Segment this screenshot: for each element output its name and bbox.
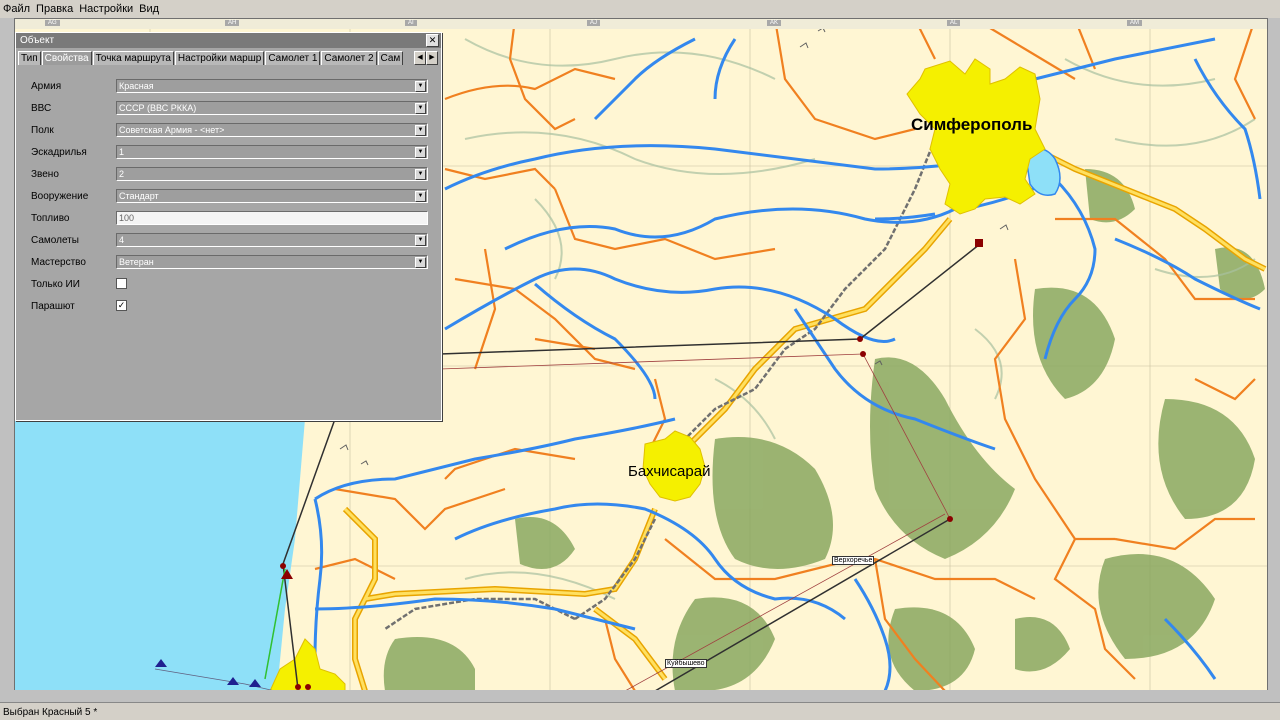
skill-label: Мастерство bbox=[31, 257, 86, 268]
fuel-value: 100 bbox=[119, 213, 135, 223]
menu-file[interactable]: Файл bbox=[0, 3, 33, 15]
grid-label: AJ bbox=[587, 20, 601, 26]
village-label-kuibyshevo: Куйбышево bbox=[665, 659, 707, 668]
grid-label: AI bbox=[405, 20, 417, 26]
dialog-titlebar[interactable]: Объект ✕ bbox=[16, 33, 441, 48]
grid-label: AH bbox=[225, 20, 240, 26]
menu-edit[interactable]: Правка bbox=[33, 3, 76, 15]
flight-label: Звено bbox=[31, 169, 59, 180]
regiment-value: Советская Армия - <нет> bbox=[119, 125, 225, 135]
status-bar: Выбран Красный 5 * bbox=[0, 702, 1280, 720]
dropdown-arrow-icon[interactable]: ▼ bbox=[415, 125, 426, 136]
weapons-row: Вооружение Стандарт ▼ bbox=[16, 189, 441, 205]
flight-select[interactable]: 2 ▼ bbox=[116, 167, 428, 181]
vertical-scrollbar[interactable] bbox=[1266, 18, 1280, 690]
city-simferopol-area bbox=[906, 58, 1046, 215]
army-select[interactable]: Красная ▼ bbox=[116, 79, 428, 93]
squadron-row: Эскадрилья 1 ▼ bbox=[16, 145, 441, 161]
city-label-simferopol: Симферополь bbox=[911, 115, 1033, 134]
tab-waypoint[interactable]: Точка маршрута bbox=[92, 51, 174, 65]
dropdown-arrow-icon[interactable]: ▼ bbox=[415, 191, 426, 202]
sea bbox=[15, 419, 305, 691]
planes-label: Самолеты bbox=[31, 235, 79, 246]
weapons-value: Стандарт bbox=[119, 191, 159, 201]
parachute-row: Парашют ✓ bbox=[16, 299, 441, 315]
skill-select[interactable]: Ветеран ▼ bbox=[116, 255, 428, 269]
menu-bar: Файл Правка Настройки Вид bbox=[0, 0, 1280, 19]
tab-plane-1[interactable]: Самолет 1 bbox=[265, 51, 321, 65]
ai-only-label: Только ИИ bbox=[31, 279, 80, 290]
contour-lines bbox=[464, 38, 1256, 600]
checkmark-icon: ✓ bbox=[117, 300, 126, 310]
dropdown-arrow-icon[interactable]: ▼ bbox=[415, 147, 426, 158]
army-value: Красная bbox=[119, 81, 154, 91]
menu-settings[interactable]: Настройки bbox=[76, 3, 136, 15]
weapons-label: Вооружение bbox=[31, 191, 89, 202]
skill-value: Ветеран bbox=[119, 257, 154, 267]
fuel-input[interactable]: 100 bbox=[116, 211, 428, 225]
village-label-verkhorechye: Верхоречье bbox=[832, 556, 875, 565]
planes-row: Самолеты 4 ▼ bbox=[16, 233, 441, 249]
army-label: Армия bbox=[31, 81, 62, 92]
grid-label: AK bbox=[767, 20, 782, 26]
airforce-value: СССР (ВВС РККА) bbox=[119, 103, 197, 113]
airforce-row: ВВС СССР (ВВС РККА) ▼ bbox=[16, 101, 441, 117]
tab-route-settings[interactable]: Настройки маршр bbox=[174, 51, 265, 65]
tab-plane-2[interactable]: Самолет 2 bbox=[321, 51, 377, 65]
fuel-row: Топливо 100 bbox=[16, 211, 441, 227]
tab-plane-3[interactable]: Сам bbox=[377, 51, 403, 65]
close-icon: ✕ bbox=[428, 35, 437, 45]
tab-type[interactable]: Тип bbox=[18, 51, 41, 65]
army-row: Армия Красная ▼ bbox=[16, 79, 441, 95]
regiment-select[interactable]: Советская Армия - <нет> ▼ bbox=[116, 123, 428, 137]
squadron-select[interactable]: 1 ▼ bbox=[116, 145, 428, 159]
grid-label: AL bbox=[947, 20, 961, 26]
planes-value: 4 bbox=[119, 235, 125, 245]
close-button[interactable]: ✕ bbox=[426, 34, 439, 47]
regiment-label: Полк bbox=[31, 125, 54, 136]
planes-select[interactable]: 4 ▼ bbox=[116, 233, 428, 247]
dropdown-arrow-icon[interactable]: ▼ bbox=[415, 257, 426, 268]
status-text: Выбран Красный 5 * bbox=[3, 706, 98, 718]
ai-only-checkbox[interactable] bbox=[116, 278, 127, 289]
regiment-row: Полк Советская Армия - <нет> ▼ bbox=[16, 123, 441, 139]
object-dialog: Объект ✕ Тип Свойства Точка маршрута Нас… bbox=[15, 32, 442, 421]
fuel-label: Топливо bbox=[31, 213, 70, 224]
airforce-label: ВВС bbox=[31, 103, 52, 114]
squadron-label: Эскадрилья bbox=[31, 147, 87, 158]
dialog-title: Объект bbox=[20, 35, 55, 46]
parachute-checkbox[interactable]: ✓ bbox=[116, 300, 127, 311]
dropdown-arrow-icon[interactable]: ▼ bbox=[415, 81, 426, 92]
grid-label: AG bbox=[45, 20, 60, 26]
dropdown-arrow-icon[interactable]: ▼ bbox=[415, 235, 426, 246]
menu-view[interactable]: Вид bbox=[136, 3, 162, 15]
skill-row: Мастерство Ветеран ▼ bbox=[16, 255, 441, 271]
ai-only-row: Только ИИ bbox=[16, 277, 441, 293]
tab-scroll-right-icon[interactable]: ▶ bbox=[426, 51, 438, 65]
squadron-value: 1 bbox=[119, 147, 125, 157]
flight-row: Звено 2 ▼ bbox=[16, 167, 441, 183]
city-label-bakhchisaray: Бахчисарай bbox=[628, 463, 711, 480]
tab-scroll: ◀ ▶ bbox=[414, 51, 438, 65]
airforce-select[interactable]: СССР (ВВС РККА) ▼ bbox=[116, 101, 428, 115]
weapons-select[interactable]: Стандарт ▼ bbox=[116, 189, 428, 203]
tab-properties[interactable]: Свойства bbox=[41, 51, 92, 65]
grid-ruler: AG AH AI AJ AK AL AM bbox=[15, 19, 1267, 29]
flight-value: 2 bbox=[119, 169, 125, 179]
grid-label: AM bbox=[1127, 20, 1142, 26]
dropdown-arrow-icon[interactable]: ▼ bbox=[415, 103, 426, 114]
left-frame bbox=[0, 18, 14, 690]
parachute-label: Парашют bbox=[31, 301, 75, 312]
tab-scroll-left-icon[interactable]: ◀ bbox=[414, 51, 426, 65]
horizontal-scrollbar[interactable] bbox=[0, 690, 1280, 702]
dialog-tabs: Тип Свойства Точка маршрута Настройки ма… bbox=[16, 51, 441, 66]
dropdown-arrow-icon[interactable]: ▼ bbox=[415, 169, 426, 180]
